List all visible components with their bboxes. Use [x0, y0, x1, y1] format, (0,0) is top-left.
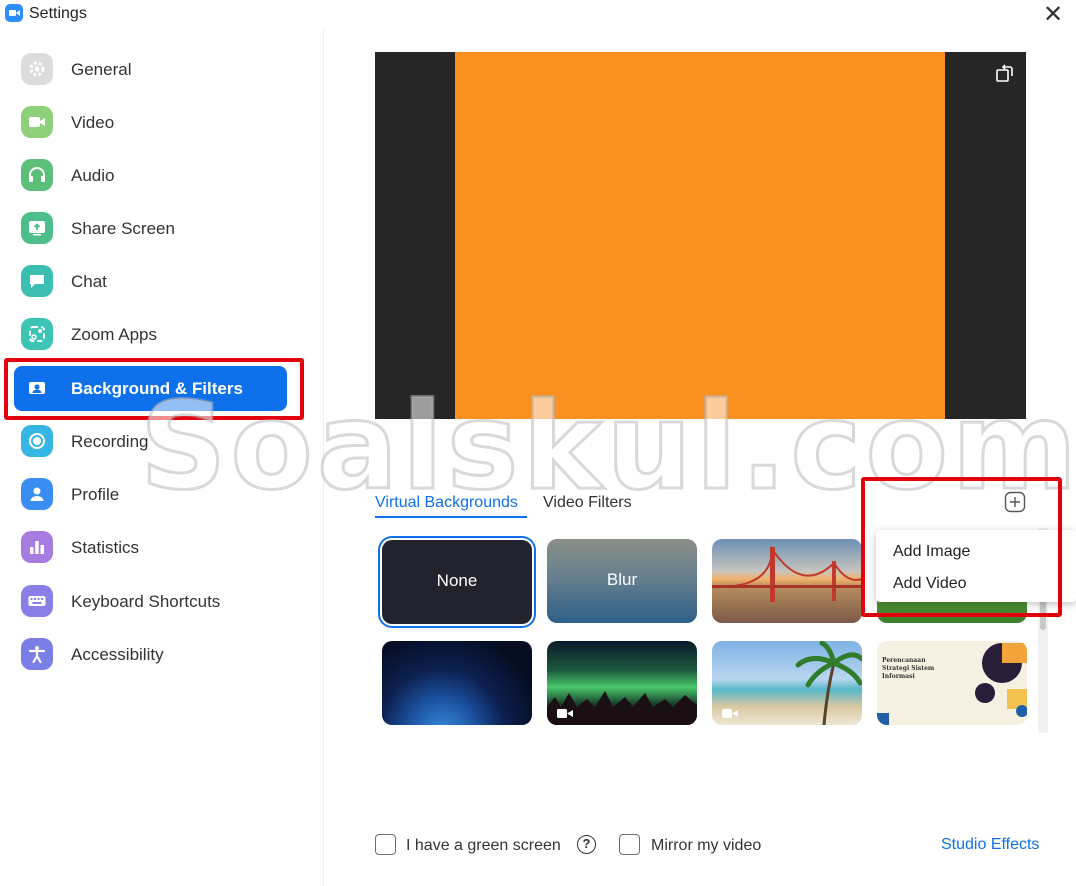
mirror-video-label: Mirror my video [651, 837, 762, 854]
golden-gate-image [712, 545, 862, 602]
background-earth-tile[interactable] [382, 641, 532, 725]
sidebar-item-audio[interactable]: Audio [14, 153, 287, 198]
bar-chart-icon [21, 531, 53, 563]
chat-bubble-icon [21, 265, 53, 297]
add-image-menu-item[interactable]: Add Image [893, 543, 970, 561]
rotate-camera-icon[interactable] [994, 62, 1016, 84]
tab-video-filters[interactable]: Video Filters [543, 494, 632, 512]
sidebar-item-recording[interactable]: Recording [14, 419, 287, 464]
record-icon [21, 425, 53, 457]
help-question-icon[interactable]: ? [577, 835, 596, 854]
active-tab-underline [375, 516, 527, 518]
preview-virtual-background [455, 52, 945, 419]
sidebar-item-label: Zoom Apps [71, 325, 157, 344]
gear-icon [21, 53, 53, 85]
zoom-app-icon [5, 4, 23, 22]
background-golden-gate-tile[interactable] [712, 539, 862, 623]
sidebar-item-chat[interactable]: Chat [14, 259, 287, 304]
sidebar-item-keyboard-shortcuts[interactable]: Keyboard Shortcuts [14, 579, 287, 624]
title-bar: Settings ✕ [0, 0, 1076, 30]
sidebar-item-video[interactable]: Video [14, 100, 287, 145]
studio-effects-link[interactable]: Studio Effects [941, 836, 1039, 854]
add-background-menu: Add Image Add Video [876, 530, 1076, 602]
add-background-plus-icon[interactable] [1004, 491, 1026, 513]
person-portrait-icon [21, 372, 53, 404]
sidebar-item-profile[interactable]: Profile [14, 472, 287, 517]
sidebar-item-label: Recording [71, 432, 149, 451]
accessibility-icon [21, 638, 53, 670]
share-screen-icon [21, 212, 53, 244]
person-icon [21, 478, 53, 510]
sidebar-item-label: Accessibility [71, 645, 164, 664]
tile-label: Blur [606, 570, 638, 589]
keyboard-icon [21, 585, 53, 617]
background-blur-tile[interactable]: Blur [547, 539, 697, 623]
sidebar-item-label: Profile [71, 485, 120, 504]
sidebar-item-label: Video [71, 113, 115, 132]
background-none-tile[interactable]: None [382, 540, 532, 624]
sidebar-item-label: Chat [71, 272, 107, 291]
sidebar-item-share-screen[interactable]: Share Screen [14, 206, 287, 251]
geometric-pattern-image [877, 643, 1027, 725]
video-badge-icon [722, 709, 738, 718]
video-camera-icon [21, 106, 53, 138]
sidebar-item-label: Keyboard Shortcuts [71, 592, 221, 611]
sidebar-item-zoom-apps[interactable]: Zoom Apps [14, 312, 287, 357]
background-beach-video-tile[interactable] [712, 641, 862, 725]
background-aurora-video-tile[interactable] [547, 641, 697, 725]
mirror-video-checkbox[interactable] [619, 834, 640, 855]
sidebar-item-general[interactable]: General [14, 47, 287, 92]
sidebar-item-statistics[interactable]: Statistics [14, 525, 287, 570]
tile-label: None [436, 571, 478, 590]
video-badge-icon [557, 709, 573, 718]
sidebar-item-label: Background & Filters [71, 379, 243, 398]
tab-virtual-backgrounds[interactable]: Virtual Backgrounds [375, 494, 518, 512]
background-document-tile[interactable]: Perencanaan Strategi Sistem Informasi [877, 641, 1027, 725]
sidebar-item-accessibility[interactable]: Accessibility [14, 632, 287, 677]
window-title: Settings [29, 5, 87, 22]
sidebar-item-label: Statistics [71, 538, 140, 557]
apps-icon [21, 318, 53, 350]
headphones-icon [21, 159, 53, 191]
sidebar-item-label: Share Screen [71, 219, 175, 238]
video-preview [375, 52, 1026, 419]
sidebar-item-background-filters[interactable]: Background & Filters [14, 366, 287, 411]
add-video-menu-item[interactable]: Add Video [893, 575, 967, 593]
sidebar-item-label: General [71, 60, 132, 79]
scrollbar-thumb[interactable] [1040, 600, 1046, 630]
green-screen-label: I have a green screen [406, 837, 561, 854]
settings-sidebar: General Video Audio Share Screen Chat Zo… [0, 30, 324, 886]
close-button[interactable]: ✕ [1040, 2, 1066, 28]
green-screen-checkbox[interactable] [375, 834, 396, 855]
sidebar-item-label: Audio [71, 166, 115, 185]
